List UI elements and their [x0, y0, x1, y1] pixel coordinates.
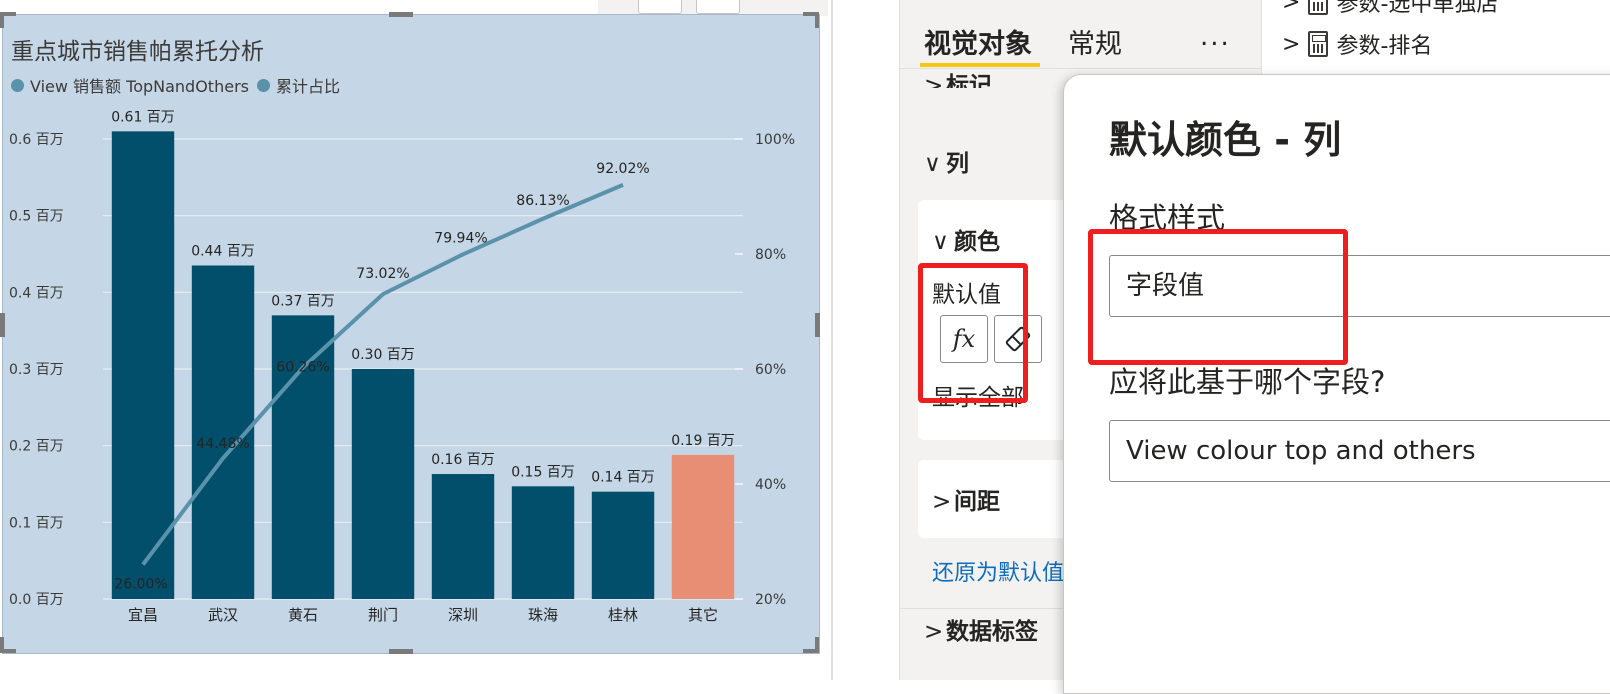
resize-handle-left[interactable]	[0, 313, 5, 337]
bar-data-label: 0.19 百万	[671, 433, 735, 449]
y-axis-left-tick: 0.4 百万	[9, 285, 64, 301]
line-data-label: 73.02%	[356, 266, 409, 282]
bar-data-label: 0.15 百万	[511, 464, 575, 480]
more-options-button[interactable]: ...	[1200, 22, 1231, 52]
resize-handle-top-left-v[interactable]	[0, 12, 4, 28]
x-axis-category-label: 宜昌	[128, 606, 158, 624]
report-canvas: 重点城市销售帕累托分析 View 销售额 TopNandOthers 累计占比 …	[0, 0, 830, 680]
field-item-label: 参数-排名	[1336, 34, 1433, 59]
x-axis-category-label: 珠海	[528, 606, 558, 624]
resize-handle-right[interactable]	[815, 313, 820, 337]
y-axis-right-tick: 60%	[755, 362, 786, 378]
reset-to-default-link[interactable]: 还原为默认值	[932, 555, 1064, 587]
x-axis-category-label: 其它	[688, 606, 718, 624]
field-item-store-param[interactable]: > 参数-选中单独店	[1282, 0, 1498, 18]
section-data-labels-label: 数据标签	[946, 619, 1038, 645]
resize-handle-bottom-right-v[interactable]	[815, 637, 819, 653]
highlight-box-fx	[918, 263, 1028, 403]
subsection-color-label: 颜色	[954, 229, 1000, 255]
resize-handle-bottom[interactable]	[389, 649, 413, 654]
bar-宜昌	[111, 131, 175, 599]
y-axis-left-tick: 0.6 百万	[9, 132, 64, 148]
pareto-chart-visual[interactable]: 重点城市销售帕累托分析 View 销售额 TopNandOthers 累计占比 …	[0, 12, 820, 654]
canvas-footer	[0, 656, 830, 680]
x-axis-category-label: 武汉	[208, 606, 238, 624]
highlight-box-format-style	[1088, 229, 1348, 365]
x-axis-category-label: 黄石	[288, 606, 318, 624]
section-column-label: 列	[946, 151, 969, 177]
y-axis-left-tick: 0.0 百万	[9, 592, 64, 608]
chevron-right-icon: >	[924, 73, 944, 88]
bar-黄石	[271, 315, 335, 599]
bar-荆门	[351, 369, 415, 599]
x-axis-category-label: 深圳	[448, 606, 478, 624]
bar-其它	[671, 454, 735, 599]
y-axis-right-tick: 100%	[755, 132, 795, 148]
x-axis-category-label: 荆门	[368, 606, 398, 624]
field-item-label: 参数-选中单独店	[1336, 0, 1499, 17]
calculator-icon	[1308, 0, 1329, 15]
chevron-right-icon: >	[924, 619, 944, 645]
y-axis-right-tick: 40%	[755, 477, 786, 493]
section-markers-partial[interactable]: > 标记	[924, 66, 992, 88]
bar-data-label: 0.16 百万	[431, 452, 495, 468]
based-on-field-dropdown[interactable]: View colour top and others	[1109, 420, 1610, 482]
bar-data-label: 0.61 百万	[111, 109, 175, 125]
based-on-field-value: View colour top and others	[1126, 436, 1476, 466]
y-axis-right-tick: 20%	[755, 592, 786, 608]
section-column[interactable]: ∨ 列	[924, 144, 969, 178]
line-data-label: 79.94%	[434, 230, 487, 246]
y-axis-left-tick: 0.2 百万	[9, 439, 64, 455]
line-data-label: 26.00%	[114, 577, 167, 593]
subsection-spacing-label: 间距	[954, 489, 1000, 515]
calculator-icon	[1308, 31, 1329, 57]
field-item-rank-param[interactable]: > 参数-排名	[1282, 28, 1432, 60]
bar-data-label: 0.30 百万	[351, 347, 415, 363]
bar-珠海	[511, 486, 575, 599]
bar-桂林	[591, 491, 655, 599]
y-axis-left-tick: 0.5 百万	[9, 209, 64, 225]
line-data-label: 60.26%	[276, 360, 329, 376]
bar-data-label: 0.37 百万	[271, 293, 335, 309]
y-axis-right-tick: 80%	[755, 247, 786, 263]
bar-data-label: 0.14 百万	[591, 470, 655, 486]
subsection-spacing[interactable]: > 间距	[932, 482, 1000, 516]
y-axis-left-tick: 0.1 百万	[9, 515, 64, 531]
resize-handle-bottom-left-v[interactable]	[0, 637, 4, 653]
chevron-right-icon: >	[932, 489, 952, 515]
dialog-title: 默认颜色 - 列	[1109, 118, 1342, 162]
resize-handle-top-right-v[interactable]	[815, 12, 819, 28]
focus-mode-button[interactable]	[696, 0, 740, 14]
chart-plot: 0.0 百万 0.1 百万 0.2 百万 0.3 百万 0.4 百万 0.5 百万 0.6 …	[9, 109, 795, 624]
pin-visual-button[interactable]	[638, 0, 682, 14]
line-data-label: 86.13%	[516, 193, 569, 209]
bar-深圳	[431, 474, 495, 599]
y-axis-left-tick: 0.3 百万	[9, 362, 64, 378]
resize-handle-top[interactable]	[389, 12, 413, 17]
tab-general[interactable]: 常规	[1068, 22, 1122, 61]
section-data-labels[interactable]: > 数据标签	[924, 612, 1038, 646]
chevron-right-icon: >	[1282, 31, 1301, 57]
chevron-right-icon: >	[1282, 0, 1301, 15]
x-axis-category-label: 桂林	[608, 606, 638, 624]
based-on-field-label: 应将此基于哪个字段?	[1109, 365, 1386, 399]
tab-visual[interactable]: 视觉对象	[924, 22, 1032, 61]
spacing-card[interactable]: > 间距	[918, 460, 1068, 538]
line-data-label: 44.48%	[196, 436, 249, 452]
default-color-dialog: 默认颜色 - 列 格式样式 字段值 应将此基于哪个字段? View colour…	[1063, 74, 1610, 694]
chevron-down-icon: ∨	[924, 151, 941, 177]
subsection-color[interactable]: ∨ 颜色	[932, 222, 1000, 256]
canvas-margin	[833, 0, 899, 680]
bar-data-label: 0.44 百万	[191, 244, 255, 260]
chevron-down-icon: ∨	[932, 229, 949, 255]
line-data-label: 92.02%	[596, 161, 649, 177]
